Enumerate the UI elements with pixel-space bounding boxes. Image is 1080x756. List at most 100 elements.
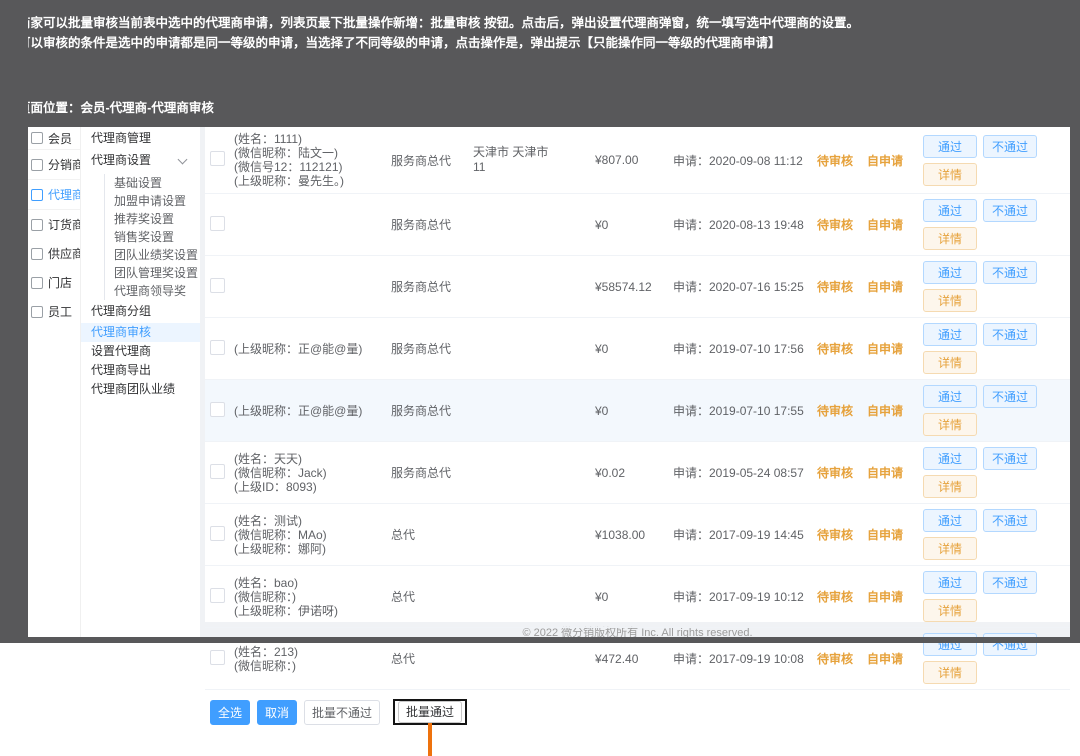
approve-button[interactable]: 通过	[923, 571, 977, 594]
submenu-child-item[interactable]: 销售奖设置	[105, 228, 200, 246]
apply-time: 申请：2017-09-19 10:08	[673, 650, 817, 667]
submenu-item[interactable]: 代理商设置	[81, 151, 200, 170]
reject-button[interactable]: 不通过	[983, 199, 1037, 222]
status-badge: 待审核	[817, 464, 867, 481]
approve-button[interactable]: 通过	[923, 447, 977, 470]
detail-button[interactable]: 详情	[923, 227, 977, 250]
submenu-child-item[interactable]: 推荐奖设置	[105, 210, 200, 228]
sidebar-item-orderer[interactable]: 订货商	[28, 210, 80, 239]
detail-button[interactable]: 详情	[923, 413, 977, 436]
detail-button[interactable]: 详情	[923, 661, 977, 684]
submenu-item[interactable]: 代理商审核	[81, 323, 200, 342]
distributor-icon	[31, 159, 43, 171]
detail-button[interactable]: 详情	[923, 537, 977, 560]
applicant-info: (上级昵称：正@能@量)	[234, 404, 391, 418]
amount: ¥0	[595, 218, 673, 232]
row-checkbox[interactable]	[210, 402, 225, 417]
applicant-info: (姓名：天天)(微信昵称：Jack)(上级ID：8093)	[234, 452, 391, 494]
agent-level: 服务商总代	[391, 464, 473, 481]
select-all-button[interactable]: 全选	[210, 700, 250, 725]
source-badge: 自申请	[867, 464, 923, 481]
row-actions: 通过 不通过 详情	[923, 323, 1070, 374]
submenu-item[interactable]: 代理商团队业绩	[81, 380, 200, 399]
source-badge: 自申请	[867, 278, 923, 295]
applicant-info: (姓名：1111)(微信昵称：陆文一)(微信号12：112121)(上级昵称：曼…	[234, 132, 391, 188]
submenu-item[interactable]: 代理商导出	[81, 361, 200, 380]
row-checkbox[interactable]	[210, 216, 225, 231]
reject-button[interactable]: 不通过	[983, 385, 1037, 408]
reject-button[interactable]: 不通过	[983, 447, 1037, 470]
detail-button[interactable]: 详情	[923, 475, 977, 498]
source-badge: 自申请	[867, 216, 923, 233]
annotation-note: 商家可以批量审核当前表中选中的代理商申请，列表页最下批量操作新增：批量审核 按钮…	[18, 13, 1038, 53]
row-checkbox[interactable]	[210, 340, 225, 355]
status-badge: 待审核	[817, 402, 867, 419]
sidebar-item-distributor[interactable]: 分销商	[28, 150, 80, 180]
annotation-note-line2: 可以审核的条件是选中的申请都是同一等级的申请，当选择了不同等级的申请，点击操作是…	[18, 33, 1038, 53]
sidebar-item-member[interactable]: 会员	[28, 127, 80, 150]
source-badge: 自申请	[867, 526, 923, 543]
applicant-info: (姓名：测试)(微信昵称：MAo)(上级昵称：娜阿)	[234, 514, 391, 556]
row-checkbox[interactable]	[210, 588, 225, 603]
source-badge: 自申请	[867, 402, 923, 419]
amount: ¥0	[595, 404, 673, 418]
bulk-approve-button[interactable]: 批量通过	[398, 701, 462, 723]
sidebar-item-agent[interactable]: 代理商	[28, 180, 80, 210]
status-badge: 待审核	[817, 278, 867, 295]
submenu-item[interactable]: 代理商分组	[81, 302, 200, 321]
row-actions: 通过 不通过 详情	[923, 509, 1070, 560]
bulk-reject-button[interactable]: 批量不通过	[304, 700, 380, 725]
row-checkbox[interactable]	[210, 650, 225, 665]
approve-button[interactable]: 通过	[923, 135, 977, 158]
detail-button[interactable]: 详情	[923, 599, 977, 622]
reject-button[interactable]: 不通过	[983, 571, 1037, 594]
submenu-child-item[interactable]: 团队业绩奖设置	[105, 246, 200, 264]
approve-button[interactable]: 通过	[923, 509, 977, 532]
reject-button[interactable]: 不通过	[983, 261, 1037, 284]
row-checkbox[interactable]	[210, 464, 225, 479]
member-icon	[31, 132, 43, 144]
sidebar-item-staff[interactable]: 员工	[28, 297, 80, 326]
module-sidebar: 会员 分销商 代理商 订货商 供应商 门店 员工	[28, 127, 80, 637]
approve-button[interactable]: 通过	[923, 261, 977, 284]
table-row: (上级昵称：正@能@量) 服务商总代 ¥0 申请：2019-07-10 17:5…	[205, 380, 1070, 442]
row-checkbox[interactable]	[210, 278, 225, 293]
approve-button[interactable]: 通过	[923, 323, 977, 346]
reject-button[interactable]: 不通过	[983, 509, 1037, 532]
annotation-overlay-right	[1070, 0, 1080, 643]
cancel-button[interactable]: 取消	[257, 700, 297, 725]
sidebar-item-supplier[interactable]: 供应商	[28, 239, 80, 268]
page-location-label: 页面位置：会员-代理商-代理商审核	[18, 97, 214, 116]
submenu-item[interactable]: 设置代理商	[81, 342, 200, 361]
status-badge: 待审核	[817, 152, 867, 169]
detail-button[interactable]: 详情	[923, 351, 977, 374]
approve-button[interactable]: 通过	[923, 199, 977, 222]
annotation-box: 批量通过	[393, 699, 467, 725]
table-row: 服务商总代 ¥58574.12 申请：2020-07-16 15:25 待审核 …	[205, 256, 1070, 318]
table-row: (姓名：1111)(微信昵称：陆文一)(微信号12：112121)(上级昵称：曼…	[205, 127, 1070, 194]
audit-table-card: (姓名：1111)(微信昵称：陆文一)(微信号12：112121)(上级昵称：曼…	[205, 127, 1070, 622]
reject-button[interactable]: 不通过	[983, 135, 1037, 158]
agent-level: 总代	[391, 588, 473, 605]
submenu-item[interactable]: 代理商管理	[81, 129, 200, 148]
reject-button[interactable]: 不通过	[983, 323, 1037, 346]
row-actions: 通过 不通过 详情	[923, 447, 1070, 498]
submenu-child-item[interactable]: 代理商领导奖	[105, 282, 200, 300]
apply-time: 申请：2017-09-19 14:45	[673, 526, 817, 543]
sidebar-item-label: 员工	[48, 303, 72, 320]
sidebar-item-label: 会员	[48, 130, 72, 147]
submenu-child-item[interactable]: 加盟申请设置	[105, 192, 200, 210]
row-checkbox[interactable]	[210, 151, 225, 166]
submenu-child-item[interactable]: 基础设置	[105, 174, 200, 192]
submenu-child-item[interactable]: 团队管理奖设置	[105, 264, 200, 282]
detail-button[interactable]: 详情	[923, 163, 977, 186]
approve-button[interactable]: 通过	[923, 385, 977, 408]
supplier-icon	[31, 248, 43, 260]
row-checkbox[interactable]	[210, 526, 225, 541]
agent-level: 服务商总代	[391, 340, 473, 357]
status-badge: 待审核	[817, 650, 867, 667]
detail-button[interactable]: 详情	[923, 289, 977, 312]
sidebar-item-store[interactable]: 门店	[28, 268, 80, 297]
apply-time: 申请：2020-07-16 15:25	[673, 278, 817, 295]
status-badge: 待审核	[817, 588, 867, 605]
